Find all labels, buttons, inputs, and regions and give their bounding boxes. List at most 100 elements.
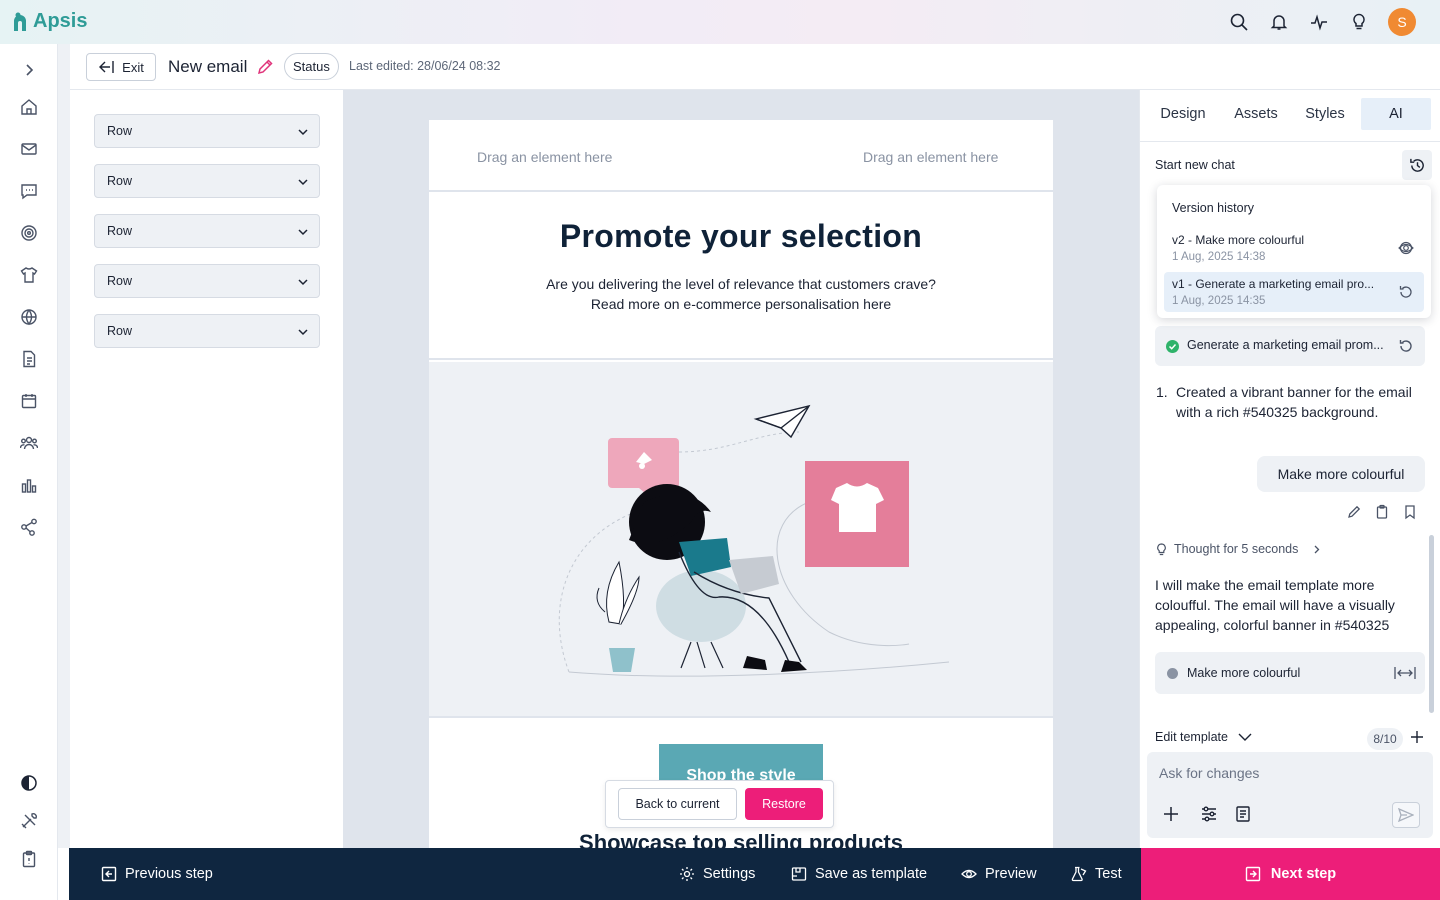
rows-panel: Row Row Row Row Row	[70, 90, 343, 848]
template-icon[interactable]	[1234, 805, 1252, 823]
rail-divider	[58, 44, 70, 848]
audience-icon[interactable]	[17, 431, 41, 455]
drop-zone-right[interactable]: Drag an element here	[863, 149, 998, 165]
generated-version-chip[interactable]: Generate a marketing email prom...	[1155, 326, 1425, 366]
previous-step-label: Previous step	[125, 866, 213, 882]
message-counter: 8/10	[1367, 728, 1403, 750]
version-date: 1 Aug, 2025 14:38	[1172, 251, 1266, 263]
exit-icon	[99, 61, 114, 73]
version-item[interactable]: v2 - Make more colourful 1 Aug, 2025 14:…	[1164, 228, 1424, 268]
expand-width-icon[interactable]	[1394, 665, 1416, 681]
activity-icon[interactable]	[1306, 8, 1332, 36]
last-edited-text: Last edited: 28/06/24 08:32	[349, 59, 501, 73]
bar-chart-icon[interactable]	[17, 473, 41, 497]
bookmark-icon[interactable]	[1402, 504, 1418, 520]
apsis-logo-icon	[14, 12, 26, 31]
showcase-title: Showcase top selling products	[579, 830, 903, 848]
search-icon[interactable]	[1226, 8, 1252, 36]
email-canvas: Drag an element here Drag an element her…	[343, 90, 1139, 848]
row-select-label: Row	[107, 174, 133, 188]
page-title: New email	[168, 57, 248, 76]
hero-link-text[interactable]: Read more on e-commerce personalisation …	[429, 296, 1053, 312]
row-select[interactable]: Row	[94, 214, 320, 248]
home-icon[interactable]	[17, 95, 41, 119]
share-icon[interactable]	[17, 515, 41, 539]
restore-bar: Back to current Restore	[605, 780, 834, 828]
arrow-right-box-icon	[1245, 866, 1261, 882]
test-button[interactable]: Test	[1071, 848, 1122, 900]
bell-icon[interactable]	[1266, 8, 1292, 36]
restore-icon[interactable]	[1398, 338, 1414, 354]
progress-chip[interactable]: Make more colourful	[1155, 652, 1425, 694]
calendar-icon[interactable]	[17, 389, 41, 413]
row-select[interactable]: Row	[94, 314, 320, 348]
preview-button[interactable]: Preview	[961, 848, 1037, 900]
check-circle-icon	[1166, 340, 1179, 353]
restore-icon[interactable]	[1398, 284, 1414, 300]
row-select-label: Row	[107, 124, 133, 138]
row-select[interactable]: Row	[94, 114, 320, 148]
tab-ai[interactable]: AI	[1361, 98, 1431, 130]
edit-template-dropdown[interactable]: Edit template	[1155, 730, 1252, 744]
version-history-title: Version history	[1172, 201, 1254, 215]
apsis-logo[interactable]: Apsis	[12, 10, 87, 33]
globe-icon[interactable]	[17, 305, 41, 329]
exit-button[interactable]: Exit	[86, 53, 156, 81]
lightbulb-icon	[1157, 542, 1166, 555]
prompt-placeholder[interactable]: Ask for changes	[1159, 765, 1259, 781]
preview-eye-icon[interactable]	[1398, 240, 1414, 256]
row-select-label: Row	[107, 274, 133, 288]
panel-tabs: Design Assets Styles AI	[1140, 90, 1440, 142]
contrast-icon[interactable]	[17, 771, 41, 795]
settings-button[interactable]: Settings	[679, 848, 755, 900]
prompt-input[interactable]: Ask for changes	[1147, 752, 1433, 838]
tools-icon[interactable]	[17, 809, 41, 833]
clipboard-icon[interactable]	[17, 847, 41, 871]
tab-assets[interactable]: Assets	[1226, 98, 1286, 130]
mail-icon[interactable]	[17, 137, 41, 161]
version-history-button[interactable]	[1402, 150, 1432, 180]
chevron-right-icon[interactable]	[17, 58, 41, 82]
email-preview: Drag an element here Drag an element her…	[429, 120, 1053, 848]
list-number: 1.	[1156, 384, 1168, 400]
brand-name: Apsis	[33, 10, 88, 32]
drop-row[interactable]: Drag an element here Drag an element her…	[429, 120, 1053, 192]
status-badge[interactable]: Status	[284, 53, 339, 80]
previous-step-button[interactable]: Previous step	[101, 848, 213, 900]
send-button[interactable]	[1392, 802, 1420, 828]
save-as-template-button[interactable]: Save as template	[791, 848, 927, 900]
pencil-icon[interactable]	[256, 58, 274, 76]
scrollbar[interactable]	[1429, 535, 1434, 713]
avatar[interactable]: S	[1388, 8, 1416, 36]
add-icon[interactable]	[1162, 805, 1180, 823]
version-item[interactable]: v1 - Generate a marketing email pro... 1…	[1164, 272, 1424, 312]
target-icon[interactable]	[17, 221, 41, 245]
chat-icon[interactable]	[17, 179, 41, 203]
hero-block[interactable]: Promote your selection Are you deliverin…	[429, 194, 1053, 360]
tshirt-icon[interactable]	[17, 263, 41, 287]
thought-toggle[interactable]: Thought for 5 seconds	[1155, 542, 1323, 556]
plus-icon[interactable]	[1410, 730, 1424, 744]
illustration-block[interactable]	[429, 362, 1053, 718]
woman-laptop-illustration	[558, 404, 950, 677]
restore-button[interactable]: Restore	[745, 788, 823, 820]
progress-chip-label: Make more colourful	[1187, 666, 1301, 680]
version-name: v2 - Make more colourful	[1172, 233, 1305, 247]
tab-design[interactable]: Design	[1152, 98, 1214, 130]
sliders-icon[interactable]	[1200, 805, 1218, 823]
chevron-down-icon	[298, 229, 308, 236]
copy-icon[interactable]	[1374, 504, 1390, 520]
document-icon[interactable]	[17, 347, 41, 371]
drop-zone-left[interactable]: Drag an element here	[477, 149, 612, 165]
back-to-current-button[interactable]: Back to current	[618, 788, 737, 820]
row-select[interactable]: Row	[94, 164, 320, 198]
start-new-chat-link[interactable]: Start new chat	[1155, 158, 1235, 172]
lightbulb-icon[interactable]	[1346, 8, 1372, 36]
tab-styles[interactable]: Styles	[1298, 98, 1352, 130]
edit-icon[interactable]	[1346, 504, 1362, 520]
row-select[interactable]: Row	[94, 264, 320, 298]
history-icon	[1409, 158, 1424, 172]
next-step-button[interactable]: Next step	[1141, 848, 1440, 900]
save-as-template-label: Save as template	[815, 866, 928, 882]
chevron-down-icon	[298, 179, 308, 186]
